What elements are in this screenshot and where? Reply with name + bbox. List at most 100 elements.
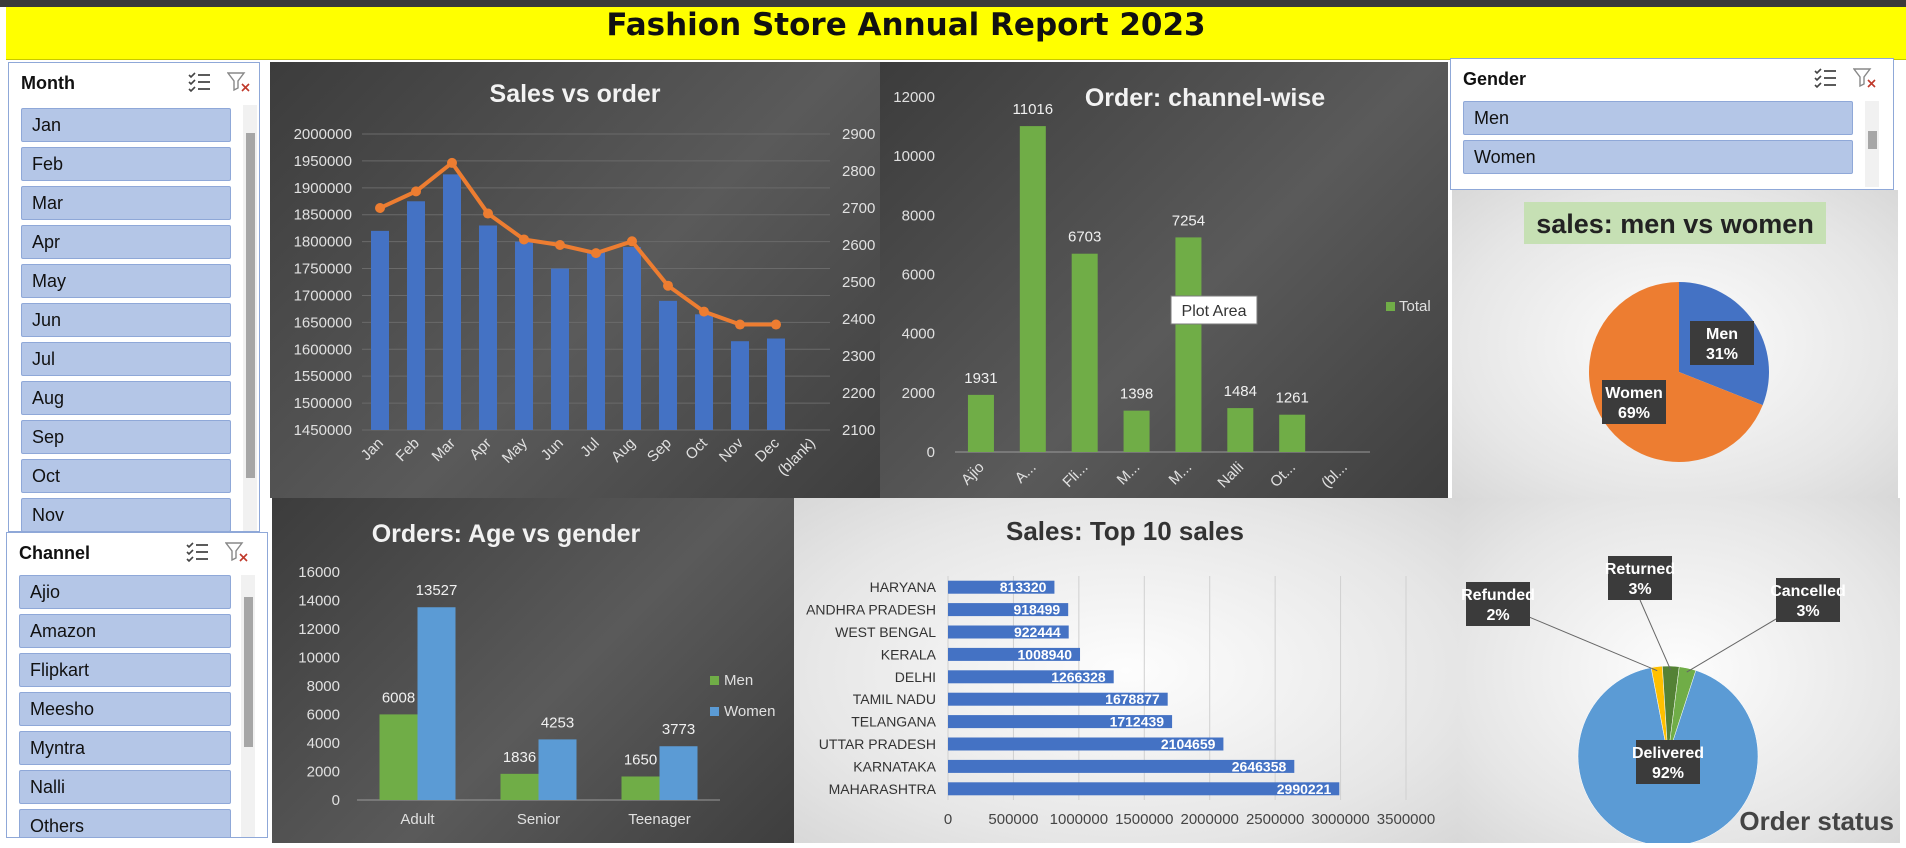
month-slicer-item[interactable]: Mar xyxy=(21,186,231,220)
x-tick-label: Oct xyxy=(682,434,711,463)
channel-slicer-item[interactable]: Flipkart xyxy=(19,653,231,687)
clear-filter-icon[interactable] xyxy=(227,71,251,93)
order-point xyxy=(699,306,709,317)
x-tick-label: Teenager xyxy=(628,811,691,828)
orders-age-gender-chart[interactable]: Orders: Age vs gender 16000 14000 12000 1000… xyxy=(272,498,794,843)
month-slicer-item[interactable]: Sep xyxy=(21,420,231,454)
clear-filter-icon[interactable] xyxy=(225,541,249,563)
month-slicer-item[interactable]: Aug xyxy=(21,381,231,415)
pie-label-men-value: 31% xyxy=(1706,346,1738,363)
order-status-chart[interactable]: Delivered 92% Refunded 2% Returned 3% Cancelle… xyxy=(1458,498,1900,847)
gender-slicer-item[interactable]: Women xyxy=(1463,140,1853,174)
leader-line xyxy=(1639,599,1672,671)
x-tick-label: May xyxy=(499,434,531,466)
channel-bar xyxy=(967,394,994,452)
status-label-name: Refunded xyxy=(1461,587,1535,604)
y-tick-label: 10000 xyxy=(893,148,935,165)
month-slicer-item[interactable]: Jul xyxy=(21,342,231,376)
multi-select-icon[interactable] xyxy=(187,71,211,93)
month-slicer-item[interactable]: Nov xyxy=(21,498,231,531)
chart-title: Order status xyxy=(1739,806,1894,836)
y-tick-label: 2000 xyxy=(307,764,340,781)
data-label: 1836 xyxy=(503,749,536,766)
age-gender-bar xyxy=(379,714,418,800)
y2-tick-label: 2700 xyxy=(842,200,875,217)
month-slicer-header: Month xyxy=(9,63,259,101)
y-tick-label: 1950000 xyxy=(294,153,352,170)
sales-bar xyxy=(659,300,677,430)
x-tick-label: Jan xyxy=(358,435,387,464)
scrollbar-thumb[interactable] xyxy=(244,597,253,747)
channel-slicer-item[interactable]: Myntra xyxy=(19,731,231,765)
status-label-name: Returned xyxy=(1605,561,1675,578)
channel-slicer-item[interactable]: Others xyxy=(19,809,231,837)
sales-bar xyxy=(767,338,785,430)
channel-bar xyxy=(1175,237,1202,452)
x-tick-label: (blank) xyxy=(774,435,818,479)
legend-label: Total xyxy=(1399,298,1431,315)
channel-slicer-title: Channel xyxy=(19,543,91,563)
order-point xyxy=(627,236,637,247)
clear-filter-icon[interactable] xyxy=(1853,67,1877,89)
month-slicer-item[interactable]: Jan xyxy=(21,108,231,142)
channel-slicer-item[interactable]: Ajio xyxy=(19,575,231,609)
x-tick-label: Jul xyxy=(577,435,603,461)
y-tick-label: 0 xyxy=(927,444,935,461)
order-channel-chart[interactable]: Order: channel-wise 12000 10000 8000 6000 400… xyxy=(880,62,1448,498)
order-point xyxy=(483,208,493,219)
scrollbar-thumb[interactable] xyxy=(1868,131,1877,149)
x-tick-label: 0 xyxy=(944,811,952,828)
month-slicer-item[interactable]: Jun xyxy=(21,303,231,337)
gender-slicer-item[interactable]: Men xyxy=(1463,101,1853,135)
gender-slicer-header: Gender xyxy=(1451,59,1893,97)
chart-title: sales: men vs women xyxy=(1536,209,1814,239)
y-tick-label: KERALA xyxy=(881,646,937,662)
month-slicer-item[interactable]: Oct xyxy=(21,459,231,493)
y2-tick-label: 2200 xyxy=(842,385,875,402)
month-slicer-item[interactable]: May xyxy=(21,264,231,298)
x-tick-label: Sep xyxy=(644,435,675,466)
y2-tick-label: 2500 xyxy=(842,274,875,291)
age-gender-bar xyxy=(500,773,539,800)
y-tick-label: 1450000 xyxy=(294,422,352,439)
age-gender-bar xyxy=(417,607,456,800)
y-tick-label: MAHARASHTRA xyxy=(829,781,937,797)
pie-label-women-name: Women xyxy=(1605,385,1662,402)
month-slicer-scrollbar[interactable] xyxy=(243,105,257,531)
order-point xyxy=(375,203,385,213)
y2-tick-label: 2400 xyxy=(842,311,875,328)
multi-select-icon[interactable] xyxy=(1813,67,1837,89)
month-slicer-item[interactable]: Apr xyxy=(21,225,231,259)
top10-sales-chart[interactable]: Sales: Top 10 sales 0 500000 1000000 1500000… xyxy=(794,498,1458,843)
channel-slicer-item[interactable]: Nalli xyxy=(19,770,231,804)
channel-slicer-item[interactable]: Amazon xyxy=(19,614,231,648)
channel-bar xyxy=(1279,414,1306,452)
data-label: 7254 xyxy=(1172,212,1205,229)
y-tick-label: 1850000 xyxy=(294,207,352,224)
sales-gender-chart[interactable]: sales: men vs women Men 31% Women 69% xyxy=(1452,190,1898,498)
gender-slicer: Gender Men Women xyxy=(1450,58,1894,190)
sales-bar xyxy=(623,247,641,430)
channel-bar xyxy=(1123,410,1150,452)
channel-slicer-scrollbar[interactable] xyxy=(241,575,255,837)
gender-slicer-scrollbar[interactable] xyxy=(1865,101,1879,187)
y-tick-label: 1900000 xyxy=(294,180,352,197)
scrollbar-thumb[interactable] xyxy=(246,133,255,478)
multi-select-icon[interactable] xyxy=(185,541,209,563)
data-label: 1484 xyxy=(1224,383,1257,400)
month-slicer-item[interactable]: Feb xyxy=(21,147,231,181)
data-label: 2104659 xyxy=(1161,736,1216,752)
sales-vs-order-chart[interactable]: Sales vs order 2000000 1950000 1900000 18500… xyxy=(270,62,880,498)
sales-bar xyxy=(515,241,533,430)
y-tick-label: UTTAR PRADESH xyxy=(819,736,936,752)
data-label: 1008940 xyxy=(1018,646,1073,662)
x-tick-label: M... xyxy=(1166,459,1196,489)
y-tick-label: 0 xyxy=(332,792,340,809)
order-status-svg: Delivered 92% Refunded 2% Returned 3% Cancelle… xyxy=(1461,556,1894,847)
status-label-value: 3% xyxy=(1796,603,1819,620)
channel-slicer-item[interactable]: Meesho xyxy=(19,692,231,726)
legend-swatch xyxy=(710,676,719,685)
x-tick-label: M... xyxy=(1114,459,1144,489)
y-tick-label: HARYANA xyxy=(870,579,937,595)
legend-label: Men xyxy=(724,672,753,689)
